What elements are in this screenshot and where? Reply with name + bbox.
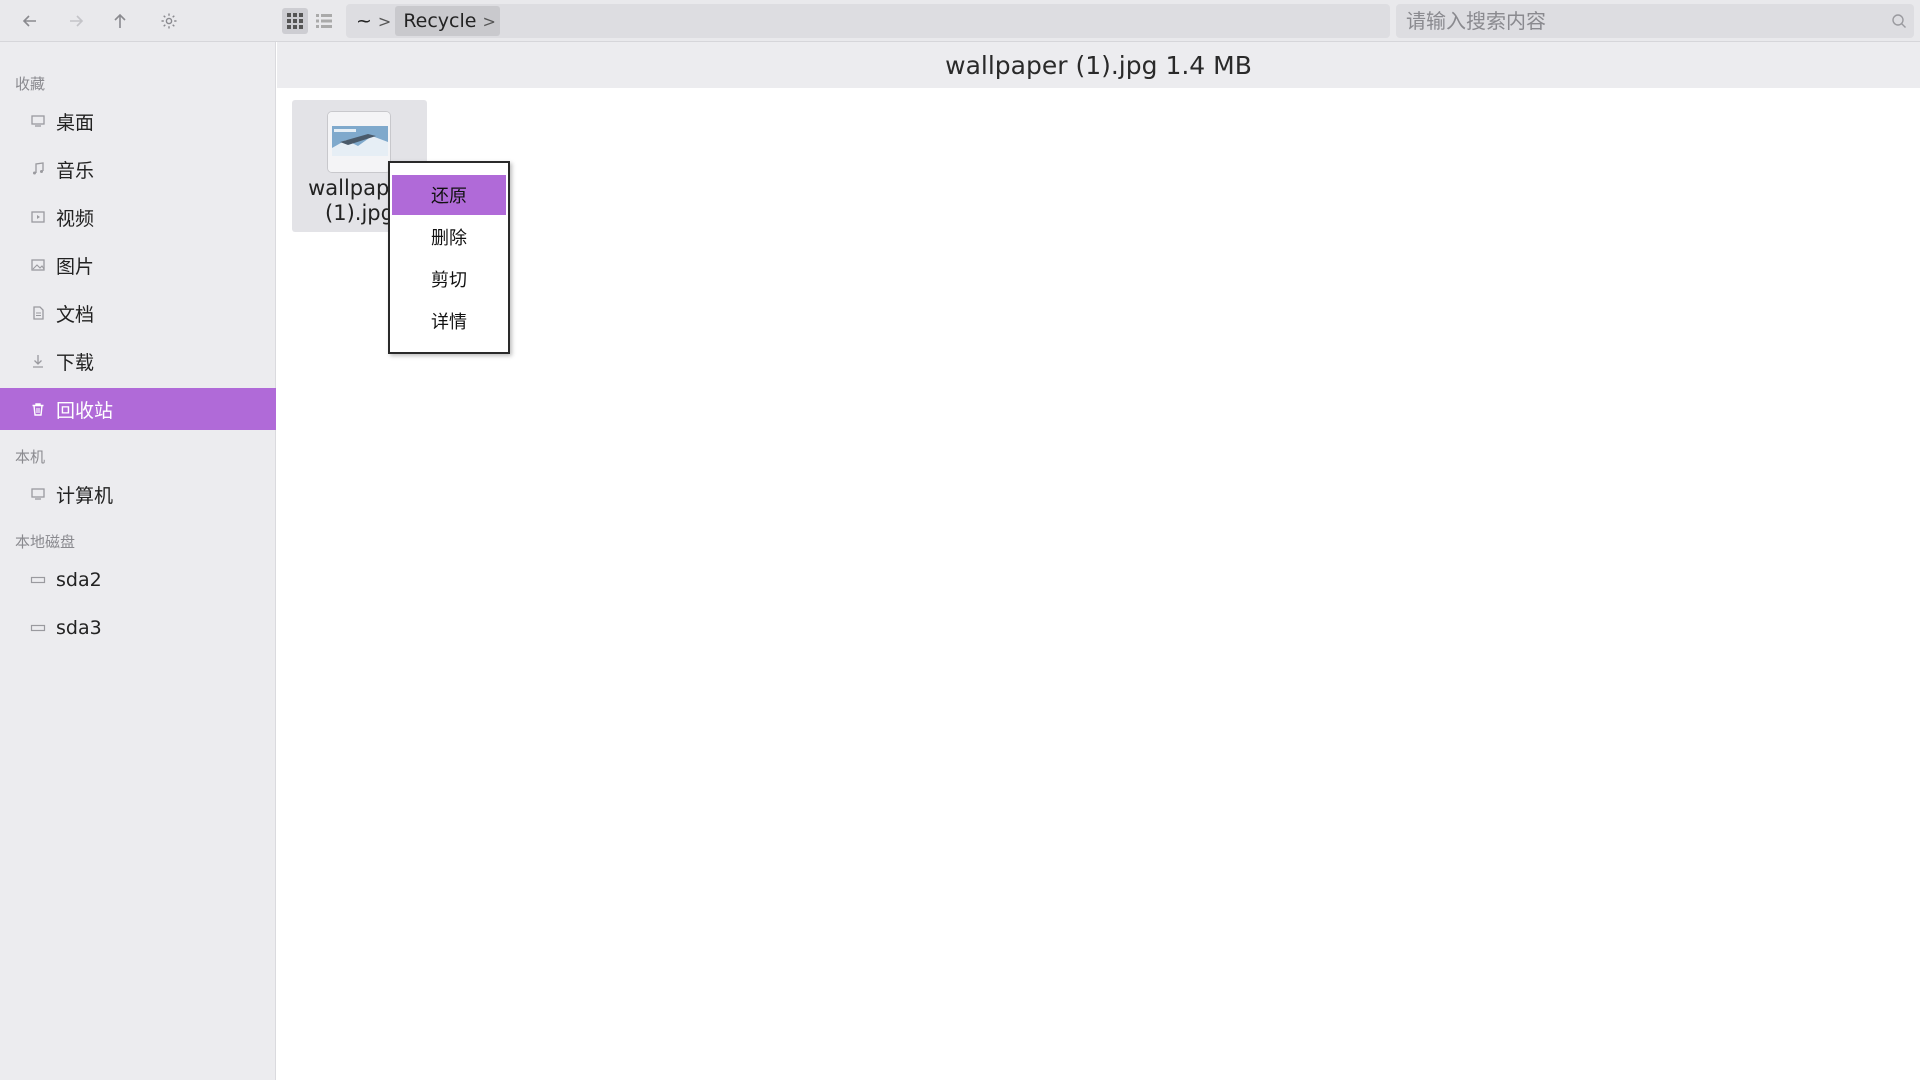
music-icon (28, 159, 48, 179)
section-title-disks: 本地磁盘 (15, 533, 76, 551)
list-icon (316, 14, 332, 28)
section-title-favorites: 收藏 (15, 75, 46, 93)
sidebar-item-music[interactable]: 音乐 (0, 148, 276, 190)
menu-item-cut[interactable]: 剪切 (392, 259, 506, 299)
sidebar-item-video[interactable]: 视频 (0, 196, 276, 238)
search-icon[interactable] (1884, 13, 1914, 29)
arrow-up-icon (114, 13, 126, 28)
menu-item-restore[interactable]: 还原 (392, 175, 506, 215)
sidebar-item-label: 计算机 (56, 484, 114, 507)
gear-icon (161, 13, 177, 29)
trash-icon (28, 399, 48, 419)
sidebar-item-documents[interactable]: 文档 (0, 292, 276, 334)
sidebar-item-pictures[interactable]: 图片 (0, 244, 276, 286)
sidebar-item-label: 视频 (56, 207, 95, 230)
sidebar-item-label: 音乐 (56, 159, 95, 182)
chevron-right-icon: > (482, 11, 496, 31)
sidebar-item-label: sda2 (56, 569, 102, 591)
document-icon (28, 303, 48, 323)
sidebar-item-label: 桌面 (56, 111, 95, 134)
breadcrumb-home-label: ~ (356, 10, 372, 32)
menu-item-details[interactable]: 详情 (392, 301, 506, 341)
arrow-left-icon (22, 15, 36, 27)
context-menu: 还原 删除 剪切 详情 (388, 161, 510, 354)
file-info-header: wallpaper (1).jpg 1.4 MB (277, 42, 1920, 88)
breadcrumb-recycle-label: Recycle (403, 10, 477, 32)
search-box (1396, 4, 1914, 38)
search-input[interactable] (1406, 9, 1884, 33)
sidebar-item-label: 图片 (56, 255, 95, 278)
toolbar: ~ > Recycle > (0, 0, 1920, 42)
computer-icon (28, 484, 48, 504)
file-thumbnail (327, 111, 391, 173)
sidebar-item-label: 回收站 (56, 399, 114, 422)
sidebar-item-recycle[interactable]: 回收站 (0, 388, 276, 430)
list-view-button[interactable] (311, 8, 337, 34)
arrow-right-icon (70, 15, 84, 27)
sidebar-item-downloads[interactable]: 下载 (0, 340, 276, 382)
grid-icon (287, 13, 303, 29)
video-icon (28, 207, 48, 227)
sidebar-item-label: 文档 (56, 303, 95, 326)
grid-view-button[interactable] (282, 8, 308, 34)
sidebar: 收藏 桌面 音乐 视频 图片 文档 下载 回收站 本机 计算机 本地磁盘 sda… (0, 42, 276, 1080)
breadcrumb: ~ > Recycle > (346, 4, 1390, 38)
settings-button[interactable] (153, 6, 185, 36)
download-icon (28, 351, 48, 371)
sidebar-item-desktop[interactable]: 桌面 (0, 100, 276, 142)
chevron-right-icon: > (377, 11, 392, 31)
sidebar-item-sda3[interactable]: sda3 (0, 607, 276, 649)
image-icon (28, 255, 48, 275)
desktop-icon (28, 111, 48, 131)
section-title-computer: 本机 (15, 448, 46, 466)
drive-icon (28, 618, 48, 638)
up-button[interactable] (104, 6, 136, 36)
breadcrumb-home[interactable]: ~ > (348, 6, 395, 36)
sidebar-item-computer[interactable]: 计算机 (0, 473, 276, 515)
breadcrumb-recycle[interactable]: Recycle > (395, 6, 500, 36)
back-button[interactable] (14, 6, 46, 36)
menu-item-delete[interactable]: 删除 (392, 217, 506, 257)
sidebar-item-label: 下载 (56, 351, 95, 374)
forward-button[interactable] (60, 6, 92, 36)
sidebar-item-sda2[interactable]: sda2 (0, 559, 276, 601)
drive-icon (28, 570, 48, 590)
sidebar-item-label: sda3 (56, 617, 102, 639)
